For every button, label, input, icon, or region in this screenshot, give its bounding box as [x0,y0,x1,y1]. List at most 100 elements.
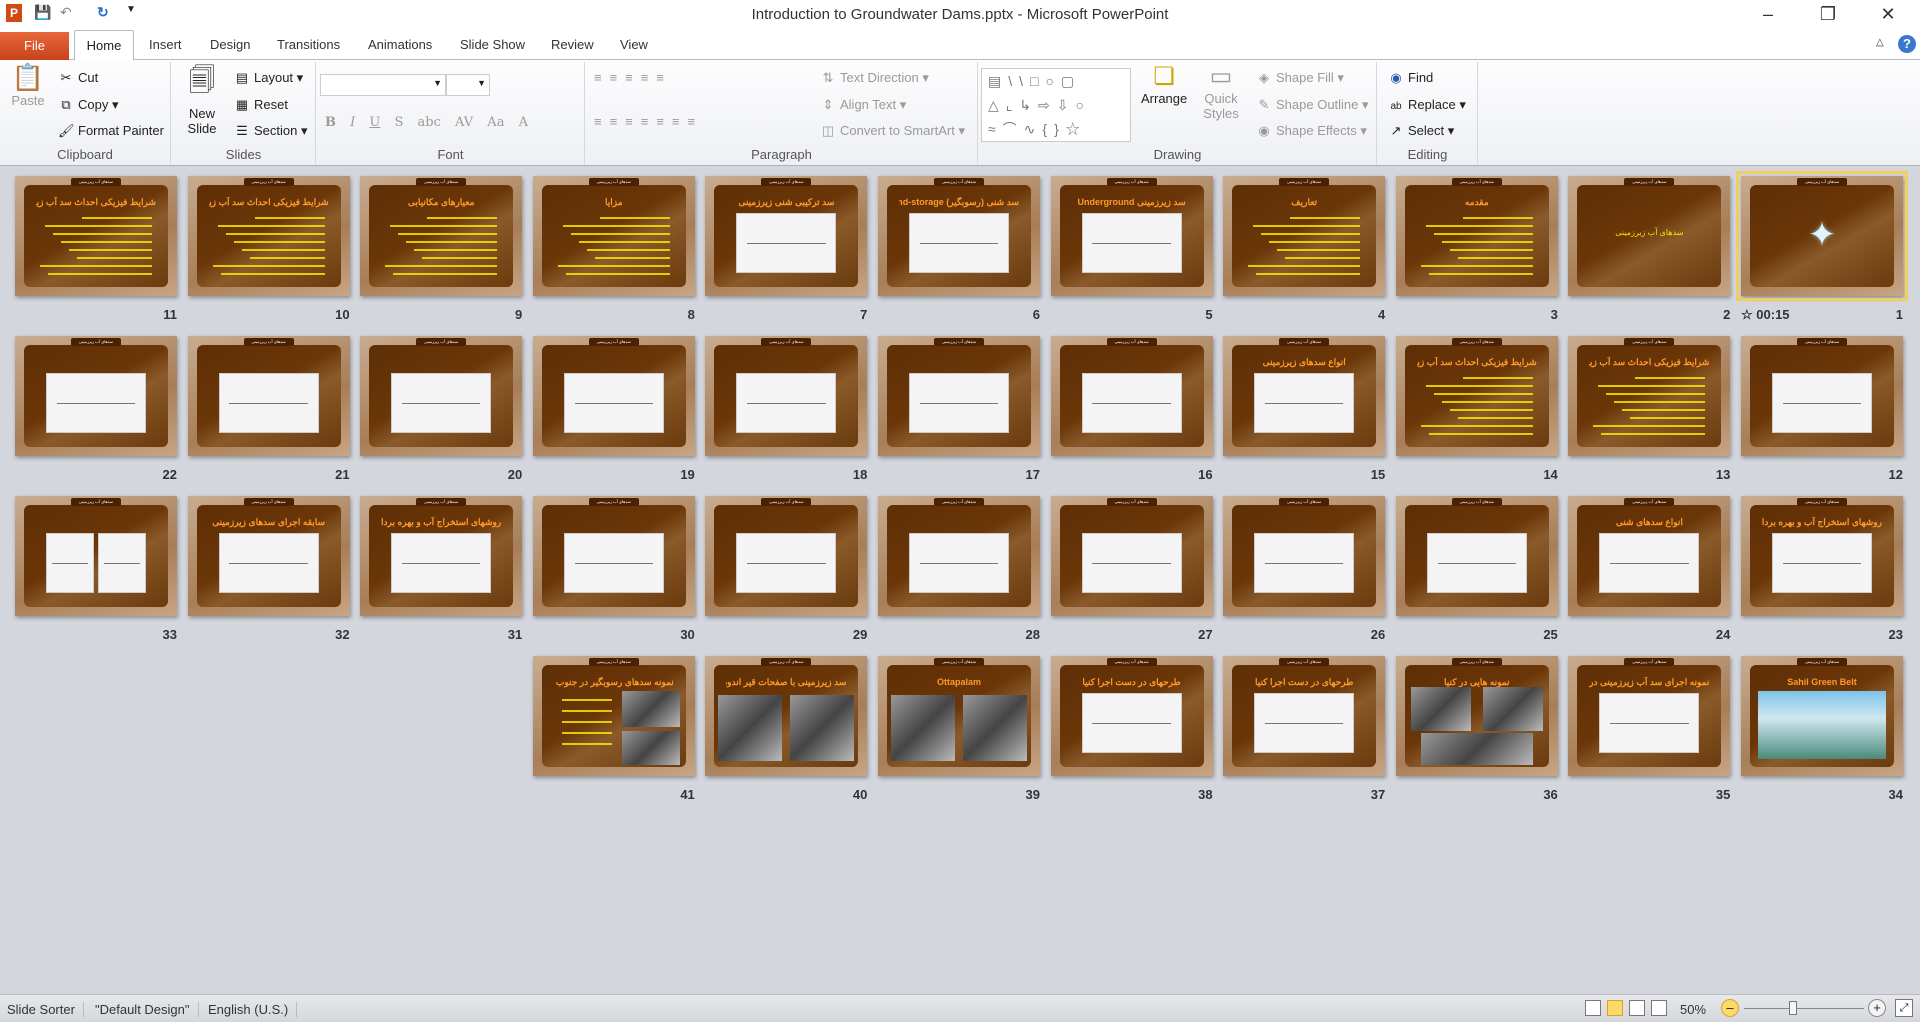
text-direction-button[interactable]: ⇅ Text Direction ▾ [820,70,929,86]
slide-thumbnail[interactable]: سدهای آب زیرزمینی نمونه سدهای رسوبگیر در … [532,656,695,802]
close-button[interactable]: ✕ [1868,4,1908,25]
tab-insert[interactable]: Insert [149,37,182,52]
slide-thumbnail[interactable]: سدهای آب زیرزمینی سدهای آب زیرزمینی 2 [1568,176,1731,322]
shape-outline-button[interactable]: ✎ Shape Outline ▾ [1256,97,1369,113]
slide-preview[interactable]: سدهای آب زیرزمینی سد زیرزمینی با صفحات قی… [705,656,868,776]
slide-thumbnail[interactable]: سدهای آب زیرزمینی 22 [15,336,177,482]
slide-thumbnail[interactable]: سدهای آب زیرزمینی سد زیرزمینی Underground… [1050,176,1213,322]
slide-preview[interactable]: سدهای آب زیرزمینی مزایا [532,176,695,296]
slide-thumbnail[interactable]: سدهای آب زیرزمینی سد زیرزمینی با صفحات قی… [705,656,868,802]
tab-slide-show[interactable]: Slide Show [460,37,525,52]
arrange-button[interactable]: ❏ Arrange [1141,62,1187,106]
slide-preview[interactable]: سدهای آب زیرزمینی شرایط فیزیکی احداث سد آ… [187,176,350,296]
shapes-gallery[interactable]: ▤\\□○▢ △⌞↳⇨⇩○ ≈⌒∿{}☆ [981,68,1131,142]
tab-animations[interactable]: Animations [368,37,432,52]
tab-review[interactable]: Review [551,37,594,52]
slide-thumbnail[interactable]: سدهای آب زیرزمینی سد شنی (رسوبگیر) Sand-s… [878,176,1040,322]
align-text-button[interactable]: ⇕ Align Text ▾ [820,97,907,113]
slide-preview[interactable]: سدهای آب زیرزمینی سدهای آب زیرزمینی [1568,176,1731,296]
font-name-select[interactable]: ▼ [320,74,446,96]
slide-thumbnail[interactable]: سدهای آب زیرزمینی 17 [878,336,1040,482]
normal-view-button[interactable] [1585,1000,1601,1016]
tab-transitions[interactable]: Transitions [277,37,340,52]
slide-thumbnail[interactable]: سدهای آب زیرزمینی سد ترکیبی شنی زیرزمینی 7 [705,176,868,322]
slide-thumbnail[interactable]: سدهای آب زیرزمینی 21 [187,336,350,482]
section-button[interactable]: ☰ Section ▾ [234,123,307,139]
slide-thumbnail[interactable]: سدهای آب زیرزمینی 25 [1395,496,1558,642]
slide-thumbnail[interactable]: سدهای آب زیرزمینی 26 [1223,496,1386,642]
slide-preview[interactable]: سدهای آب زیرزمینی شرایط فیزیکی احداث سد آ… [15,176,177,296]
slide-preview[interactable]: سدهای آب زیرزمینی روشهای استخراج آب و بهر… [360,496,523,616]
slide-preview[interactable]: سدهای آب زیرزمینی Ottapalam [878,656,1040,776]
slide-thumbnail[interactable]: سدهای آب زیرزمینی Ottapalam 39 [878,656,1040,802]
slide-preview[interactable]: سدهای آب زیرزمینی [360,336,523,456]
zoom-level[interactable]: 50% [1680,1002,1714,1017]
slide-sorter-pane[interactable]: سدهای آب زیرزمینی ✦ ☆ 00:15 1 سدهای آب زیرزم… [0,166,1920,994]
slide-thumbnail[interactable]: سدهای آب زیرزمینی مقدمه 3 [1395,176,1558,322]
slide-preview[interactable]: سدهای آب زیرزمینی روشهای استخراج آب و بهر… [1741,496,1903,616]
slide-preview[interactable]: سدهای آب زیرزمینی [705,496,868,616]
slide-thumbnail[interactable]: سدهای آب زیرزمینی شرایط فیزیکی احداث سد آ… [1568,336,1731,482]
slide-thumbnail[interactable]: سدهای آب زیرزمینی انواع سدهای شنی 24 [1568,496,1731,642]
slide-thumbnail[interactable]: سدهای آب زیرزمینی نمونه اجرای سد آب زیرزم… [1568,656,1731,802]
slide-thumbnail[interactable]: سدهای آب زیرزمینی 27 [1050,496,1213,642]
slide-preview[interactable]: سدهای آب زیرزمینی شرایط فیزیکی احداث سد آ… [1395,336,1558,456]
slide-thumbnail[interactable]: سدهای آب زیرزمینی ✦ ☆ 00:15 1 [1736,171,1908,322]
slide-preview[interactable]: سدهای آب زیرزمینی [1223,496,1386,616]
slide-preview[interactable]: سدهای آب زیرزمینی [15,496,177,616]
slide-thumbnail[interactable]: سدهای آب زیرزمینی 20 [360,336,523,482]
slide-thumbnail[interactable]: سدهای آب زیرزمینی شرایط فیزیکی احداث سد آ… [187,176,350,322]
slide-thumbnail[interactable]: سدهای آب زیرزمینی مزایا 8 [532,176,695,322]
slide-thumbnail[interactable]: سدهای آب زیرزمینی Sahil Green Belt 34 [1741,656,1903,802]
slide-preview[interactable]: سدهای آب زیرزمینی Sahil Green Belt [1741,656,1903,776]
slide-preview[interactable]: سدهای آب زیرزمینی سابقه اجرای سدهای زیرزم… [187,496,350,616]
slide-thumbnail[interactable]: سدهای آب زیرزمینی 16 [1050,336,1213,482]
quick-styles-button[interactable]: ▭ Quick Styles [1201,62,1241,121]
alignment-buttons[interactable]: ≡≡≡≡≡≡≡ [594,114,703,129]
shape-fill-button[interactable]: ◈ Shape Fill ▾ [1256,70,1344,86]
slide-thumbnail[interactable]: سدهای آب زیرزمینی 19 [532,336,695,482]
slide-preview[interactable]: سدهای آب زیرزمینی نمونه اجرای سد آب زیرزم… [1568,656,1731,776]
tab-file[interactable]: File [0,32,69,60]
slide-thumbnail[interactable]: سدهای آب زیرزمینی 12 [1741,336,1903,482]
slide-thumbnail[interactable]: سدهای آب زیرزمینی طرحهای در دست اجرا کنیا… [1050,656,1213,802]
status-language[interactable]: English (U.S.) [208,1002,298,1017]
slide-thumbnail[interactable]: سدهای آب زیرزمینی 30 [532,496,695,642]
slide-preview[interactable]: سدهای آب زیرزمینی معیارهای مکانیابی [360,176,523,296]
copy-button[interactable]: ⧉ Copy ▾ [58,97,118,113]
slide-thumbnail[interactable]: سدهای آب زیرزمینی روشهای استخراج آب و بهر… [360,496,523,642]
restore-button[interactable]: ❐ [1808,4,1848,25]
slide-preview[interactable]: سدهای آب زیرزمینی [1050,336,1213,456]
slide-thumbnail[interactable]: سدهای آب زیرزمینی شرایط فیزیکی احداث سد آ… [15,176,177,322]
slide-preview[interactable]: سدهای آب زیرزمینی سد شنی (رسوبگیر) Sand-s… [878,176,1040,296]
slide-preview[interactable]: سدهای آب زیرزمینی انواع سدهای شنی [1568,496,1731,616]
slide-preview[interactable]: سدهای آب زیرزمینی [1050,496,1213,616]
slide-thumbnail[interactable]: سدهای آب زیرزمینی روشهای استخراج آب و بهر… [1741,496,1903,642]
slide-preview[interactable]: سدهای آب زیرزمینی [878,336,1040,456]
tab-home[interactable]: Home [74,30,134,61]
slide-preview[interactable]: سدهای آب زیرزمینی سد زیرزمینی Underground [1050,176,1213,296]
slide-preview[interactable]: سدهای آب زیرزمینی [532,496,695,616]
cut-button[interactable]: ✂ Cut [58,70,99,86]
slide-preview[interactable]: سدهای آب زیرزمینی سد ترکیبی شنی زیرزمینی [705,176,868,296]
slide-thumbnail[interactable]: سدهای آب زیرزمینی طرحهای در دست اجرا کنیا… [1223,656,1386,802]
minimize-button[interactable]: – [1748,4,1788,25]
paste-button[interactable]: 📋 Paste [10,62,46,108]
tab-design[interactable]: Design [210,37,250,52]
slide-preview[interactable]: سدهای آب زیرزمینی نمونه هایی در کنیا [1395,656,1558,776]
slide-preview[interactable]: سدهای آب زیرزمینی طرحهای در دست اجرا کنیا [1223,656,1386,776]
slide-thumbnail[interactable]: سدهای آب زیرزمینی سابقه اجرای سدهای زیرزم… [187,496,350,642]
convert-smartart-button[interactable]: ◫ Convert to SmartArt ▾ [820,123,965,139]
replace-button[interactable]: ab Replace ▾ [1388,97,1465,113]
slide-thumbnail[interactable]: سدهای آب زیرزمینی 28 [878,496,1040,642]
slide-preview[interactable]: سدهای آب زیرزمینی ✦ [1736,171,1908,301]
slide-preview[interactable]: سدهای آب زیرزمینی [1741,336,1903,456]
tab-view[interactable]: View [620,37,648,52]
select-button[interactable]: ↗ Select ▾ [1388,123,1455,139]
slide-preview[interactable]: سدهای آب زیرزمینی [187,336,350,456]
slide-preview[interactable]: سدهای آب زیرزمینی [878,496,1040,616]
zoom-out-button[interactable]: – [1721,999,1739,1017]
zoom-in-button[interactable]: + [1868,999,1886,1017]
slide-thumbnail[interactable]: سدهای آب زیرزمینی 29 [705,496,868,642]
list-buttons[interactable]: ≡≡≡≡≡ [594,70,672,85]
